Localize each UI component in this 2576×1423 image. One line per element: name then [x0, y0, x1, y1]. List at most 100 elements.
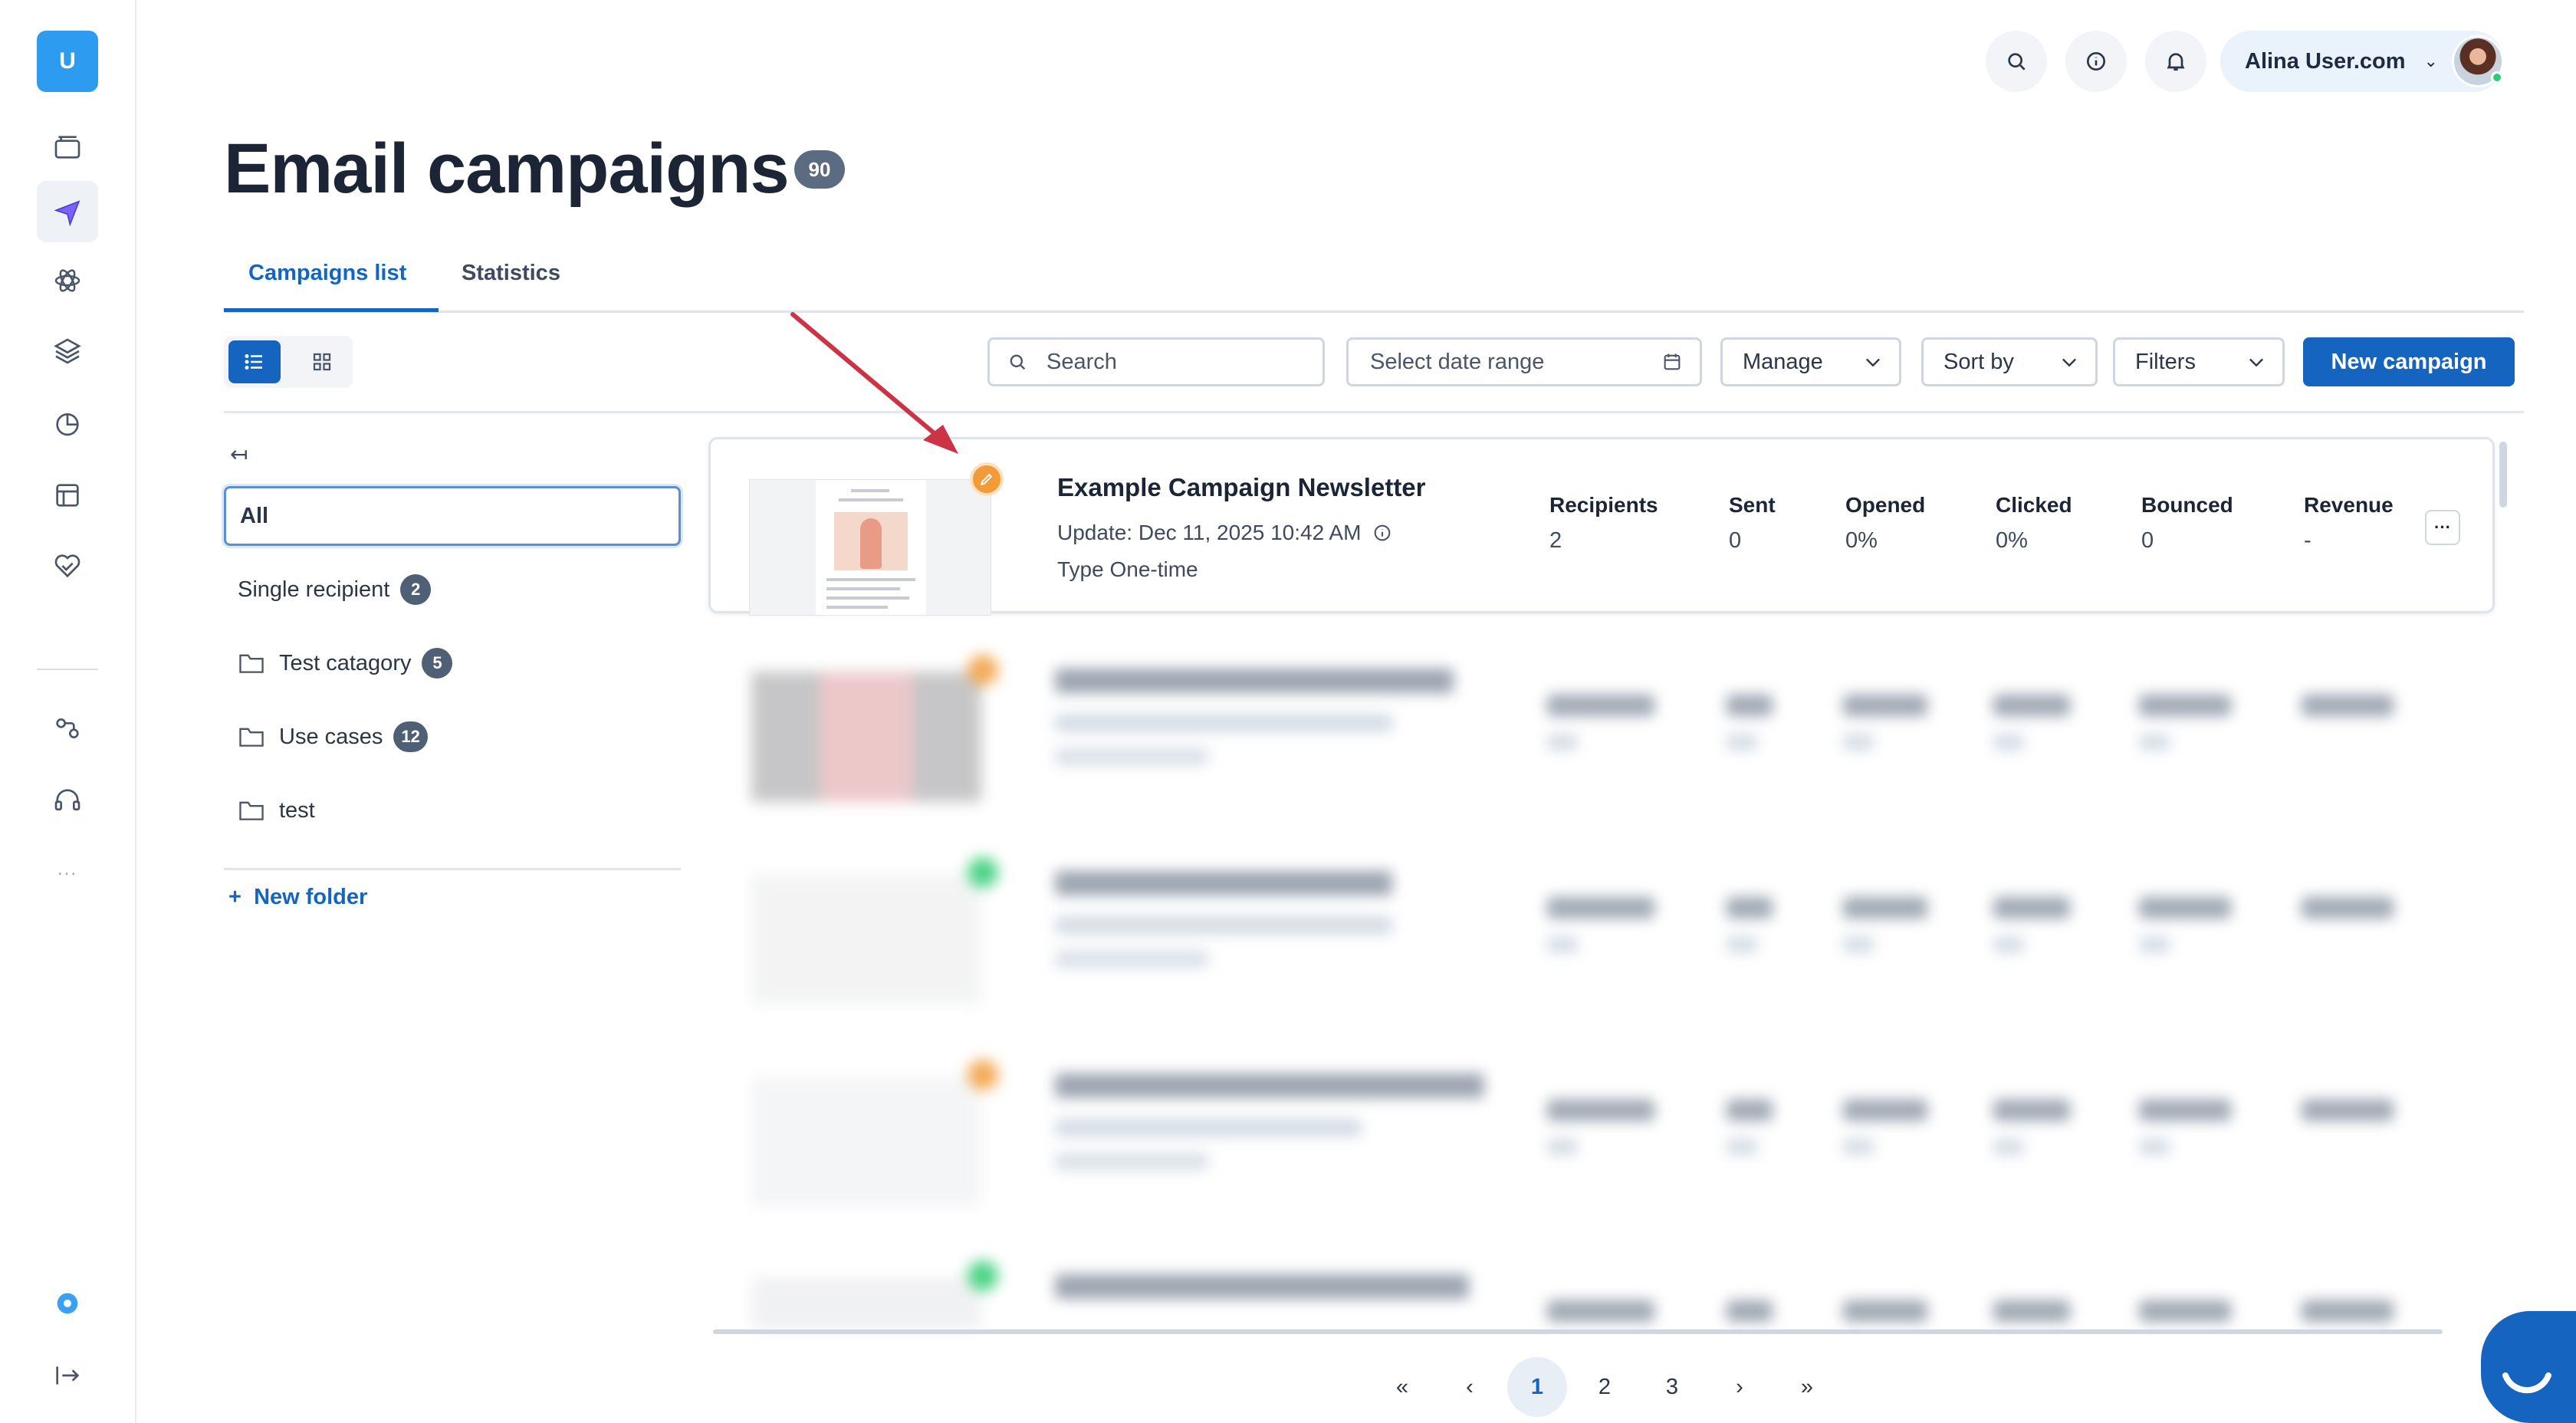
folder-item-single-recipient[interactable]: Single recipient 2 — [224, 570, 432, 609]
left-nav-rail: U ... — [0, 0, 136, 1423]
chevron-down-icon: ⌄ — [2423, 51, 2438, 71]
prev-page-button[interactable]: ‹ — [1440, 1357, 1500, 1417]
manage-dropdown[interactable]: Manage — [1720, 337, 1901, 386]
folder-item-use-cases[interactable]: Use cases 12 — [224, 718, 428, 756]
stat-value: 0 — [2141, 528, 2154, 553]
headset-icon[interactable] — [37, 770, 98, 831]
search-icon[interactable] — [1986, 31, 2047, 92]
archive-icon[interactable] — [37, 117, 98, 178]
user-name: Alina User.com — [2245, 48, 2406, 74]
collapse-panel-icon[interactable]: ↤ — [230, 442, 248, 467]
rail-divider — [37, 669, 98, 670]
send-icon[interactable] — [37, 181, 98, 242]
avatar[interactable] — [2452, 35, 2504, 87]
new-campaign-button[interactable]: New campaign — [2303, 337, 2515, 386]
grid-view-icon[interactable] — [296, 340, 348, 383]
date-range-placeholder: Select date range — [1370, 349, 1545, 374]
layers-icon[interactable] — [37, 320, 98, 382]
folder-divider — [224, 868, 681, 870]
folder-label: Use cases — [279, 724, 383, 749]
folder-label: Test catagory — [279, 650, 412, 675]
handshake-icon[interactable] — [37, 535, 98, 596]
more-actions-button[interactable]: ··· — [2425, 510, 2460, 545]
folder-icon — [239, 801, 264, 820]
folder-icon — [239, 728, 264, 747]
folder-all[interactable]: All — [224, 486, 681, 546]
search-placeholder: Search — [1046, 349, 1117, 374]
chat-widget-icon[interactable] — [2481, 1311, 2576, 1423]
tab-statistics[interactable]: Statistics — [462, 261, 560, 286]
campaign-card[interactable]: Example Campaign Newsletter Update: Dec … — [708, 437, 2495, 616]
filters-dropdown[interactable]: Filters — [2113, 337, 2285, 386]
active-tab-indicator — [224, 308, 439, 312]
stat-label: Revenue — [2304, 493, 2394, 517]
sort-dropdown[interactable]: Sort by — [1921, 337, 2098, 386]
status-dot — [968, 1260, 998, 1291]
list-item[interactable] — [708, 1046, 2495, 1222]
campaign-thumbnail[interactable] — [749, 479, 991, 616]
folder-item-test[interactable]: test — [224, 791, 315, 830]
more-apps[interactable]: ... — [37, 859, 98, 880]
workspace-logo[interactable]: U — [37, 31, 98, 92]
status-dot — [968, 655, 998, 685]
tab-campaigns-list[interactable]: Campaigns list — [248, 261, 406, 286]
new-folder-button[interactable]: + New folder — [228, 885, 367, 910]
first-page-button[interactable]: « — [1372, 1357, 1432, 1417]
new-folder-label: New folder — [254, 885, 368, 909]
stat-label: Clicked — [1996, 493, 2072, 517]
search-input[interactable]: Search — [987, 337, 1325, 386]
last-page-button[interactable]: » — [1777, 1357, 1837, 1417]
manage-label: Manage — [1743, 349, 1823, 374]
plus-icon: + — [228, 885, 242, 909]
stat-label: Bounced — [2141, 493, 2233, 517]
stat-opened: Opened 0% — [1845, 493, 1925, 554]
info-icon[interactable] — [1372, 522, 1393, 544]
status-dot — [968, 857, 998, 888]
window-icon[interactable] — [37, 465, 98, 526]
stat-value: 0% — [1845, 528, 1878, 553]
page-2-button[interactable]: 2 — [1575, 1357, 1635, 1417]
bell-icon[interactable] — [2145, 31, 2206, 92]
folder-icon — [239, 654, 264, 673]
chevron-down-icon — [1866, 358, 1880, 367]
pencil-icon[interactable] — [970, 462, 1004, 496]
stat-value: 0% — [1996, 528, 2028, 553]
stat-bounced: Bounced 0 — [2141, 493, 2233, 554]
page-3-button[interactable]: 3 — [1642, 1357, 1702, 1417]
stat-value: - — [2304, 528, 2312, 553]
tab-bar: Campaigns list Statistics — [224, 255, 2524, 313]
folder-label: Single recipient — [238, 577, 390, 602]
folder-label: test — [279, 797, 315, 823]
folder-item-test-catagory[interactable]: Test catagory 5 — [224, 644, 453, 682]
calendar-icon — [1664, 353, 1681, 370]
campaign-name[interactable]: Example Campaign Newsletter — [1057, 473, 1426, 502]
date-range-picker[interactable]: Select date range — [1346, 337, 1702, 386]
atom-icon[interactable] — [37, 250, 98, 311]
chevron-down-icon — [2249, 358, 2263, 367]
pie-chart-icon[interactable] — [37, 393, 98, 454]
view-toggle — [224, 336, 353, 388]
list-view-icon[interactable] — [228, 340, 281, 383]
horizontal-scrollbar[interactable] — [713, 1329, 2443, 1334]
folder-count-badge: 12 — [393, 721, 428, 752]
chevron-down-icon — [2062, 358, 2076, 367]
vertical-scrollbar[interactable] — [2499, 442, 2507, 508]
toolbar-divider — [224, 411, 2524, 413]
list-item[interactable] — [708, 1247, 2495, 1329]
campaign-count-badge: 90 — [794, 150, 845, 189]
stat-sent: Sent 0 — [1729, 493, 1776, 554]
list-item[interactable] — [708, 843, 2495, 1020]
list-item[interactable] — [708, 641, 2495, 817]
filters-label: Filters — [2135, 349, 2196, 374]
logout-icon[interactable] — [37, 1345, 98, 1406]
next-page-button[interactable]: › — [1710, 1357, 1769, 1417]
campaign-type: Type One-time — [1057, 557, 1198, 581]
workflow-icon[interactable] — [37, 698, 98, 759]
search-icon — [1010, 354, 1026, 370]
help-icon[interactable] — [37, 1273, 98, 1334]
folder-count-badge: 5 — [422, 648, 453, 679]
update-text: Update: Dec 11, 2025 10:42 AM — [1057, 521, 1362, 544]
online-status-dot — [2491, 71, 2503, 84]
info-icon[interactable] — [2065, 31, 2127, 92]
page-1-button[interactable]: 1 — [1507, 1357, 1567, 1417]
